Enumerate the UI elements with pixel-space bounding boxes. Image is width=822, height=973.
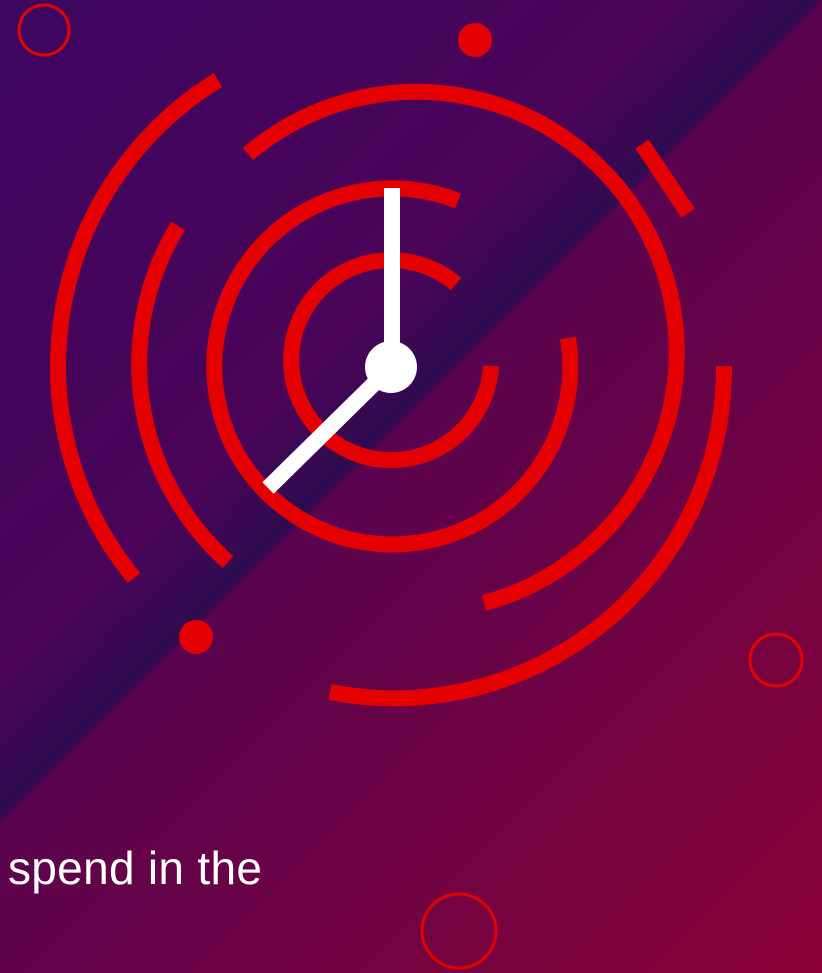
decorative-dot bbox=[458, 23, 492, 57]
clock-ring-4-fragment bbox=[635, 139, 695, 218]
decorative-ring bbox=[420, 892, 498, 970]
clock-center bbox=[365, 341, 417, 393]
clock-illustration bbox=[17, 3, 804, 970]
onboarding-caption: spend in the bbox=[8, 842, 263, 894]
onboarding-screen: spend in the bbox=[0, 0, 822, 973]
decorative-ring bbox=[748, 632, 804, 688]
decorative-ring bbox=[17, 3, 71, 57]
decorative-dot bbox=[179, 620, 213, 654]
